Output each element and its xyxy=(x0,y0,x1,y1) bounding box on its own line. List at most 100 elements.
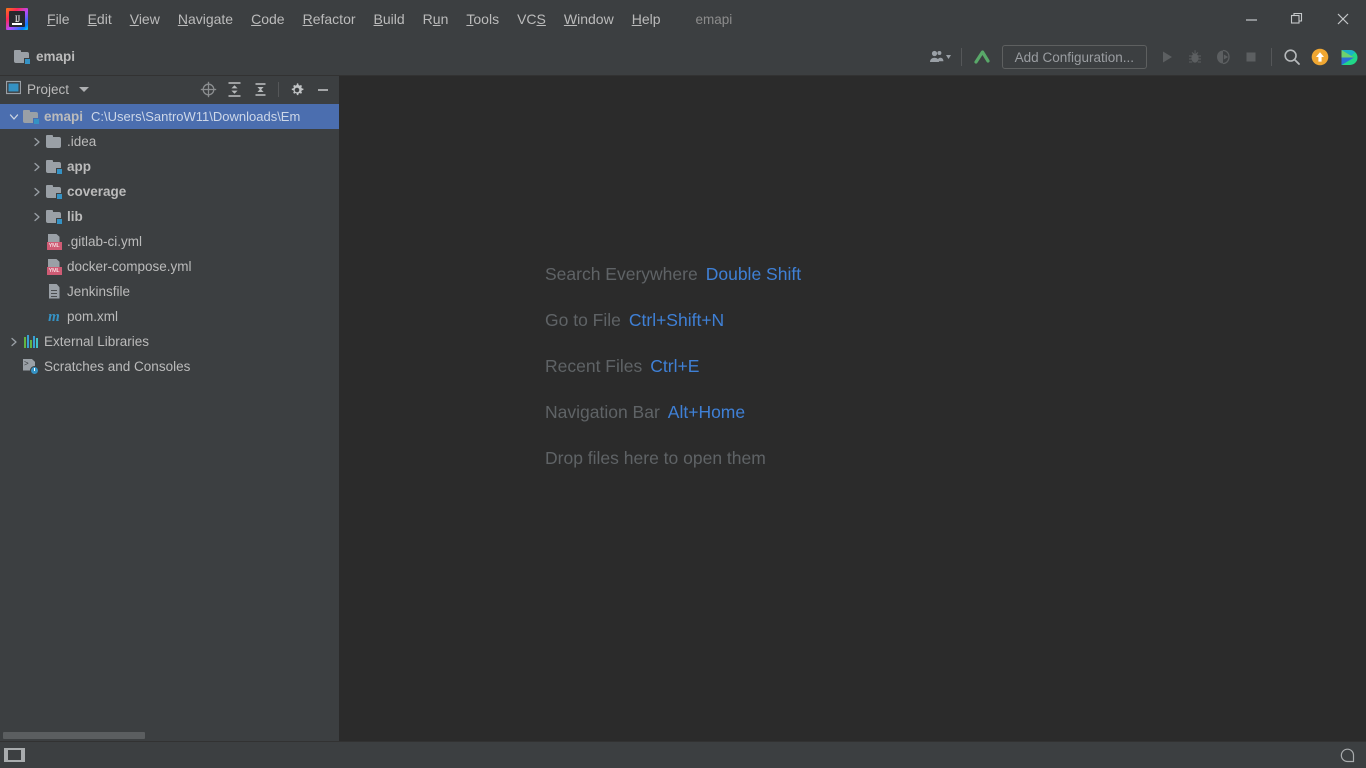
editor-hint: Search Everywhere Double Shift xyxy=(545,263,801,285)
menu-item-tools[interactable]: Tools xyxy=(457,9,508,29)
tool-window-action-separator xyxy=(278,82,279,97)
project-tool-window-title: Project xyxy=(27,82,70,97)
chevron-right-icon[interactable] xyxy=(29,179,45,204)
search-icon[interactable] xyxy=(1278,43,1306,71)
stop-square-icon[interactable] xyxy=(1237,43,1265,71)
tree-node-icon: > xyxy=(22,358,40,375)
editor-hint: Recent Files Ctrl+E xyxy=(545,355,801,377)
tree-node-coverage[interactable]: coverage xyxy=(0,179,339,204)
chevron-right-icon[interactable] xyxy=(29,204,45,229)
chevron-down-icon[interactable] xyxy=(6,104,22,129)
close-button[interactable] xyxy=(1320,0,1366,38)
chevron-right-icon[interactable] xyxy=(29,154,45,179)
chevron-right-icon[interactable] xyxy=(6,329,22,354)
run-with-coverage-icon[interactable] xyxy=(1209,43,1237,71)
intellij-idea-logo: IJ xyxy=(6,8,28,30)
tree-arrow-placeholder xyxy=(6,354,22,379)
tree-node-label: Jenkinsfile xyxy=(67,284,131,299)
chevron-right-icon[interactable] xyxy=(29,129,45,154)
tree-node-path: C:\Users\SantroW11\Downloads\Em xyxy=(91,109,301,124)
menu-item-navigate[interactable]: Navigate xyxy=(169,9,242,29)
tree-node-label: External Libraries xyxy=(44,334,150,349)
editor-hint-shortcut: Alt+Home xyxy=(667,402,746,422)
tree-node-icon: m xyxy=(45,308,63,325)
tree-node-icon: YML xyxy=(45,233,63,250)
window-controls xyxy=(1228,0,1366,38)
window-title: emapi xyxy=(695,11,733,27)
menu-item-vcs[interactable]: VCS xyxy=(508,9,555,29)
notification-balloon-icon[interactable] xyxy=(1339,742,1356,768)
expand-all-button[interactable] xyxy=(222,78,246,102)
menu-item-build[interactable]: Build xyxy=(365,9,414,29)
menu-item-run[interactable]: Run xyxy=(414,9,458,29)
project-tree[interactable]: emapi C:\Users\SantroW11\Downloads\Em .ide… xyxy=(0,103,339,729)
editor-hint-shortcut: Ctrl+E xyxy=(650,356,700,376)
add-configuration-button[interactable]: Add Configuration... xyxy=(1001,45,1147,69)
hide-tool-window-button[interactable] xyxy=(311,78,335,102)
menu-items: File Edit View Navigate Code Refactor Build Run… xyxy=(38,9,670,29)
vcs-update-arrow-icon[interactable] xyxy=(968,43,996,71)
debug-bug-icon[interactable] xyxy=(1181,43,1209,71)
project-chip[interactable]: emapi xyxy=(14,49,76,65)
editor-hint: Go to File Ctrl+Shift+N xyxy=(545,309,801,331)
tree-node-jenkinsfile[interactable]: Jenkinsfile xyxy=(0,279,339,304)
module-folder-icon xyxy=(14,49,31,65)
menu-item-file[interactable]: File xyxy=(38,9,79,29)
menu-item-view[interactable]: View xyxy=(121,9,169,29)
tree-node-label: .gitlab-ci.yml xyxy=(67,234,143,249)
tree-node-label: app xyxy=(67,159,92,174)
project-tool-window-header: Project xyxy=(0,76,339,103)
tree-node-idea[interactable]: .idea xyxy=(0,129,339,154)
collapse-all-button[interactable] xyxy=(248,78,272,102)
restore-button[interactable] xyxy=(1274,0,1320,38)
project-view-icon xyxy=(5,80,22,100)
module-folder-icon xyxy=(46,159,63,175)
menu-item-edit[interactable]: Edit xyxy=(79,9,121,29)
tree-node-docker-compose-yml[interactable]: YML docker-compose.yml xyxy=(0,254,339,279)
menu-item-code[interactable]: Code xyxy=(242,9,293,29)
main-content: Project emapi C:\Users\SantroW11\Downloa… xyxy=(0,76,1366,741)
tree-node-icon xyxy=(45,283,63,300)
gear-icon[interactable] xyxy=(285,78,309,102)
module-folder-icon xyxy=(46,184,63,200)
tree-node-emapi[interactable]: emapi C:\Users\SantroW11\Downloads\Em xyxy=(0,104,339,129)
select-opened-file-button[interactable] xyxy=(196,78,220,102)
tree-node-icon xyxy=(22,109,40,125)
tree-node-icon xyxy=(45,184,63,200)
user-profile-icon[interactable] xyxy=(925,43,955,71)
tree-arrow-placeholder xyxy=(29,279,45,304)
menu-item-window[interactable]: Window xyxy=(555,9,623,29)
minimize-button[interactable] xyxy=(1228,0,1274,38)
editor-hint-action: Recent Files xyxy=(545,356,643,376)
tree-node-pom-xml[interactable]: m pom.xml xyxy=(0,304,339,329)
editor-hint-action: Search Everywhere xyxy=(545,264,698,284)
tree-node-icon: YML xyxy=(45,258,63,275)
tree-node-gitlab-ci-yml[interactable]: YML .gitlab-ci.yml xyxy=(0,229,339,254)
tree-node-scratches-and-consoles[interactable]: > Scratches and Consoles xyxy=(0,354,339,379)
scrollbar-thumb[interactable] xyxy=(3,732,145,739)
chevron-down-icon[interactable] xyxy=(79,87,90,92)
toggle-tool-windows-icon[interactable] xyxy=(4,748,25,762)
yml-file-icon: YML xyxy=(46,233,62,250)
editor-empty-area[interactable]: Search Everywhere Double Shift Go to File C… xyxy=(340,76,1366,741)
tree-node-label: docker-compose.yml xyxy=(67,259,192,274)
tree-node-label: lib xyxy=(67,209,83,224)
folder-icon xyxy=(46,134,62,149)
tree-node-app[interactable]: app xyxy=(0,154,339,179)
yml-file-icon: YML xyxy=(46,258,62,275)
ide-features-trainer-icon[interactable] xyxy=(1334,43,1362,71)
project-tree-horizontal-scrollbar[interactable] xyxy=(0,729,339,741)
tree-node-external-libraries[interactable]: External Libraries xyxy=(0,329,339,354)
tree-node-label: Scratches and Consoles xyxy=(44,359,191,374)
project-tool-window-actions xyxy=(196,76,335,103)
toolbar-actions: Add Configuration... xyxy=(925,38,1362,76)
tree-node-icon xyxy=(22,335,40,348)
menu-item-refactor[interactable]: Refactor xyxy=(294,9,365,29)
run-play-icon[interactable] xyxy=(1153,43,1181,71)
menu-bar: IJ File Edit View Navigate Code Refactor Build… xyxy=(0,0,1366,38)
project-chip-label: emapi xyxy=(36,49,76,64)
ide-update-icon[interactable] xyxy=(1306,43,1334,71)
maven-file-icon: m xyxy=(48,308,60,325)
menu-item-help[interactable]: Help xyxy=(623,9,670,29)
tree-node-lib[interactable]: lib xyxy=(0,204,339,229)
